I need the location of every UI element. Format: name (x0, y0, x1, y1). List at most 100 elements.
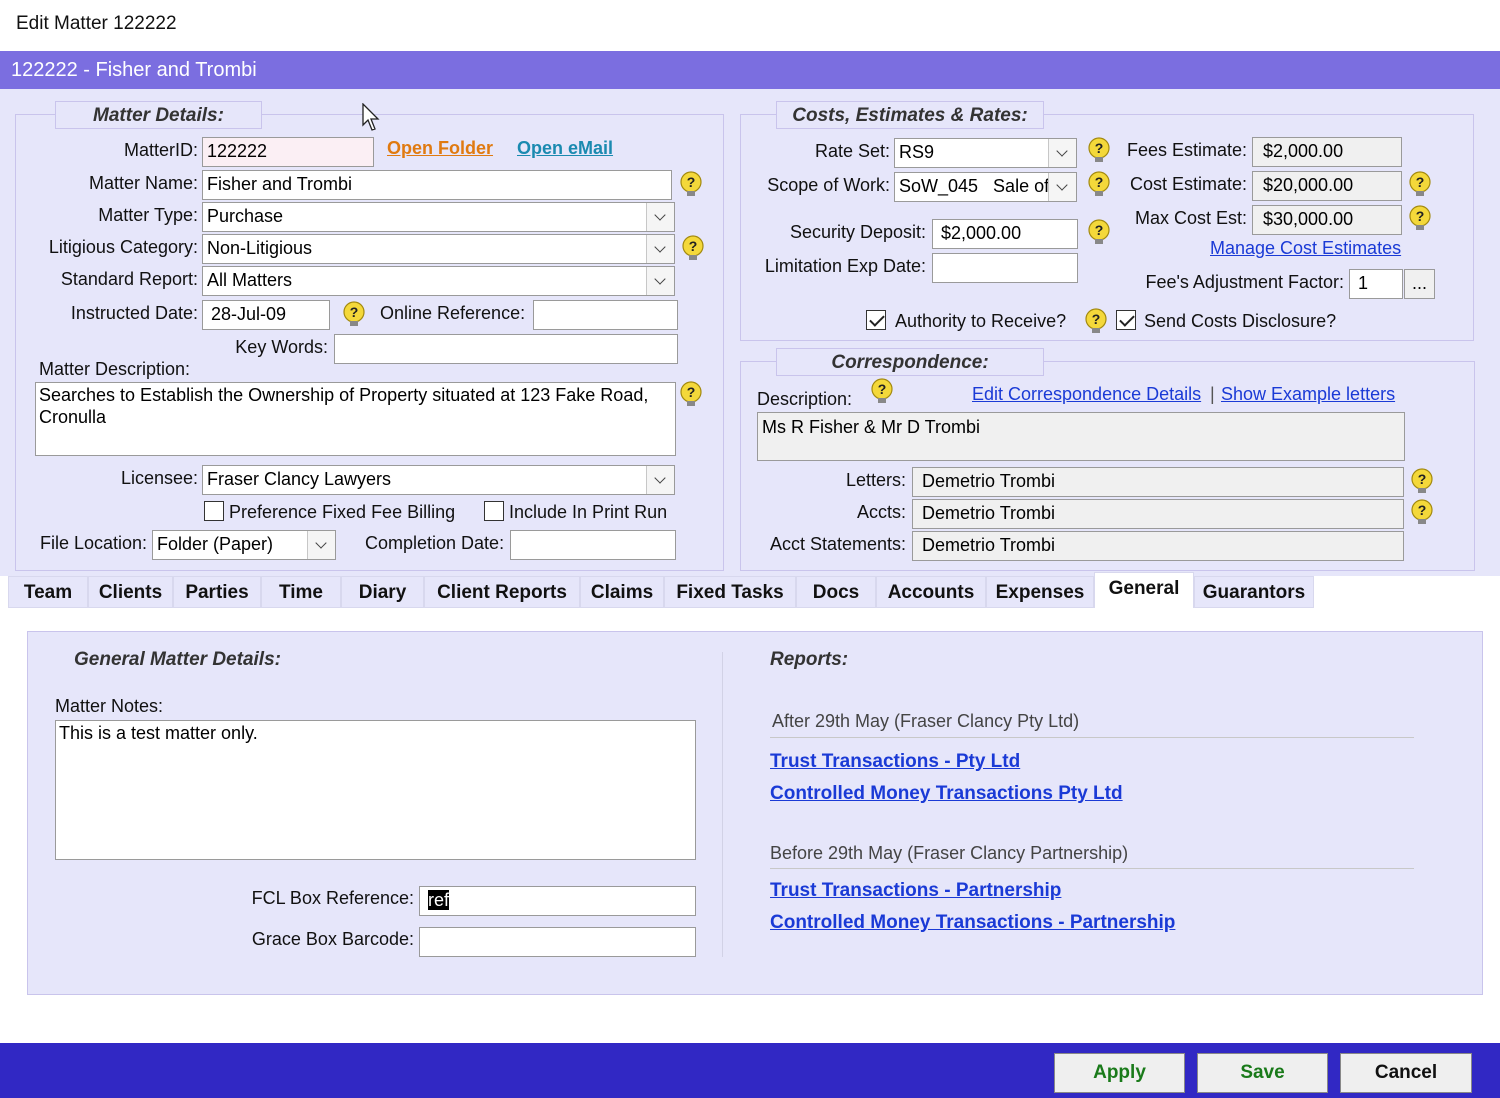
rate-set-select[interactable]: RS9 (894, 138, 1077, 168)
litigious-label: Litigious Category: (48, 237, 198, 257)
question-bulb-icon[interactable]: ? (340, 301, 368, 329)
matter-type-value: Purchase (207, 206, 284, 226)
edit-correspondence-link[interactable]: Edit Correspondence Details (972, 384, 1201, 405)
fcl-box-reference-value: ref (428, 890, 450, 910)
matter-description-field[interactable]: Searches to Establish the Ownership of P… (35, 382, 676, 456)
chevron-down-icon[interactable] (1048, 173, 1076, 201)
standard-report-select[interactable]: All Matters (202, 266, 675, 296)
show-example-letters-link[interactable]: Show Example letters (1221, 384, 1395, 405)
letters-label: Letters: (845, 470, 906, 490)
question-bulb-icon[interactable]: ? (1085, 137, 1113, 165)
limitation-exp-date-field[interactable] (932, 253, 1078, 283)
completion-date-field[interactable] (510, 530, 676, 560)
svg-text:?: ? (1095, 174, 1104, 190)
question-bulb-icon[interactable]: ? (1406, 205, 1434, 233)
tab-general[interactable]: General (1094, 572, 1194, 608)
tab-guarantors[interactable]: Guarantors (1194, 576, 1314, 608)
reports-after-heading: After 29th May (Fraser Clancy Pty Ltd) (772, 711, 1080, 731)
tab-diary[interactable]: Diary (341, 576, 424, 608)
fcl-box-reference-field[interactable]: ref (419, 886, 696, 916)
tab-client-reports[interactable]: Client Reports (424, 576, 580, 608)
open-email-link[interactable]: Open eMail (517, 138, 613, 159)
question-bulb-icon[interactable]: ? (679, 235, 707, 263)
panel-divider (722, 652, 723, 957)
grace-box-barcode-label: Grace Box Barcode: (251, 929, 414, 949)
key-words-label: Key Words: (235, 337, 328, 357)
fee-adjustment-factor-button[interactable]: ... (1404, 269, 1435, 299)
question-bulb-icon[interactable]: ? (1082, 308, 1110, 336)
tab-clients[interactable]: Clients (88, 576, 173, 608)
chevron-down-icon[interactable] (646, 267, 674, 295)
tab-accounts[interactable]: Accounts (876, 576, 986, 608)
report-link-trust-pty[interactable]: Trust Transactions - Pty Ltd (770, 751, 1020, 773)
mouse-pointer-icon (362, 103, 380, 131)
acct-statements-field[interactable]: Demetrio Trombi (912, 531, 1404, 561)
max-cost-est-field[interactable]: $30,000.00 (1252, 205, 1402, 235)
fee-adjustment-factor-field[interactable]: 1 (1349, 269, 1403, 299)
general-matter-details-title: General Matter Details: (74, 649, 281, 670)
pref-fixed-fee-checkbox[interactable] (204, 501, 224, 521)
question-bulb-icon[interactable]: ? (1085, 219, 1113, 247)
report-link-trust-partnership[interactable]: Trust Transactions - Partnership (770, 880, 1061, 902)
question-bulb-icon[interactable]: ? (868, 378, 896, 406)
grace-box-barcode-field[interactable] (419, 927, 696, 957)
accts-field[interactable]: Demetrio Trombi (912, 499, 1404, 529)
tab-docs[interactable]: Docs (796, 576, 876, 608)
security-deposit-field[interactable]: $2,000.00 (932, 219, 1078, 249)
fees-estimate-field[interactable]: $2,000.00 (1252, 137, 1402, 167)
chevron-down-icon[interactable] (307, 531, 335, 559)
send-costs-disclosure-checkbox[interactable] (1116, 310, 1136, 330)
matter-id-field[interactable]: 122222 (202, 137, 374, 167)
tab-parties[interactable]: Parties (173, 576, 261, 608)
litigious-select[interactable]: Non-Litigious (202, 234, 675, 264)
letters-field[interactable]: Demetrio Trombi (912, 467, 1404, 497)
online-reference-field[interactable] (533, 300, 678, 330)
tab-time[interactable]: Time (261, 576, 341, 608)
svg-text:?: ? (1095, 222, 1104, 238)
matter-name-field[interactable]: Fisher and Trombi (202, 170, 672, 200)
question-bulb-icon[interactable]: ? (1085, 171, 1113, 199)
file-location-select[interactable]: Folder (Paper) (152, 530, 336, 560)
report-link-controlled-pty[interactable]: Controlled Money Transactions Pty Ltd (770, 783, 1123, 805)
matter-notes-field[interactable]: This is a test matter only. (55, 720, 696, 860)
report-link-controlled-partnership[interactable]: Controlled Money Transactions - Partners… (770, 912, 1175, 934)
svg-text:?: ? (687, 384, 696, 400)
svg-text:?: ? (1416, 208, 1425, 224)
chevron-down-icon[interactable] (646, 235, 674, 263)
chevron-down-icon[interactable] (1048, 139, 1076, 167)
corr-description-field[interactable]: Ms R Fisher & Mr D Trombi (757, 412, 1405, 461)
tab-claims[interactable]: Claims (580, 576, 664, 608)
scope-of-work-select[interactable]: SoW_045 Sale of (894, 172, 1077, 202)
scope-of-work-label: Scope of Work: (767, 175, 890, 195)
tab-team[interactable]: Team (8, 576, 88, 608)
question-bulb-icon[interactable]: ? (1408, 499, 1436, 527)
acct-statements-label: Acct Statements: (769, 534, 906, 554)
general-panel: General Matter Details: Matter Notes: Th… (27, 631, 1483, 995)
open-folder-link[interactable]: Open Folder (387, 138, 493, 159)
tab-fixed-tasks[interactable]: Fixed Tasks (664, 576, 796, 608)
fcl-box-reference-label: FCL Box Reference: (251, 888, 414, 908)
accts-label: Accts: (856, 502, 906, 522)
instructed-date-field[interactable]: 28-Jul-09 (202, 300, 330, 330)
licensee-select[interactable]: Fraser Clancy Lawyers (202, 465, 675, 495)
manage-cost-estimates-link[interactable]: Manage Cost Estimates (1210, 238, 1401, 259)
svg-text:?: ? (687, 174, 696, 190)
apply-button[interactable]: Apply (1054, 1053, 1185, 1093)
cancel-button[interactable]: Cancel (1340, 1053, 1472, 1093)
cost-estimate-field[interactable]: $20,000.00 (1252, 171, 1402, 201)
save-button[interactable]: Save (1197, 1053, 1328, 1093)
rate-set-value: RS9 (899, 142, 935, 162)
matter-details-legend: Matter Details: (55, 101, 262, 129)
chevron-down-icon[interactable] (646, 466, 674, 494)
question-bulb-icon[interactable]: ? (677, 171, 705, 199)
chevron-down-icon[interactable] (646, 203, 674, 231)
licensee-value: Fraser Clancy Lawyers (207, 469, 392, 489)
question-bulb-icon[interactable]: ? (1406, 171, 1434, 199)
authority-to-receive-checkbox[interactable] (866, 310, 886, 330)
key-words-field[interactable] (334, 334, 678, 364)
question-bulb-icon[interactable]: ? (677, 381, 705, 409)
question-bulb-icon[interactable]: ? (1408, 468, 1436, 496)
include-print-run-checkbox[interactable] (484, 501, 504, 521)
tab-expenses[interactable]: Expenses (986, 576, 1094, 608)
matter-type-select[interactable]: Purchase (202, 202, 675, 232)
